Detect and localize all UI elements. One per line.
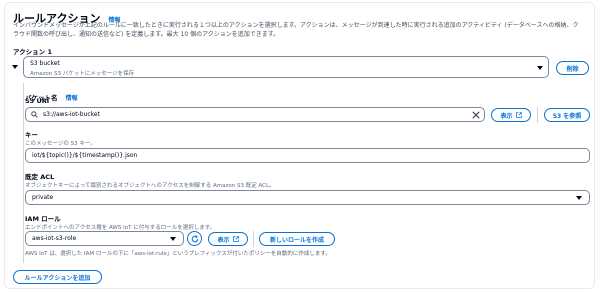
remove-action-button[interactable]: 削除	[556, 61, 589, 75]
search-icon	[31, 111, 38, 118]
acl-select[interactable]: private	[25, 190, 590, 205]
clear-icon[interactable]	[472, 111, 480, 119]
browse-s3-label: S3 を参照	[552, 112, 582, 120]
iam-label: IAM ロール	[25, 215, 61, 223]
create-role-button[interactable]: 新しいロールを作成	[259, 232, 335, 246]
rule-actions-panel: ルールアクション 情報 インバウンドメッセージが上記のルールに一致したときに実行…	[4, 2, 595, 289]
external-link-icon	[515, 112, 522, 118]
key-value: iot/${topic()}/${timestamp()}.json	[32, 152, 138, 159]
button-divider	[253, 231, 254, 247]
bucket-info-link[interactable]: 情報	[66, 95, 78, 102]
acl-description: オブジェクトキーによって識別されるオブジェクトへのアクセスを制御する Amazo…	[25, 183, 275, 189]
collapse-caret-icon[interactable]	[12, 65, 18, 69]
add-rule-action-button[interactable]: ルールアクションを追加	[13, 270, 102, 284]
view-bucket-label: 表示	[500, 112, 513, 120]
view-role-label: 表示	[217, 236, 230, 244]
create-role-label: 新しいロールを作成	[269, 236, 324, 244]
refresh-icon	[191, 234, 198, 242]
acl-label: 既定 ACL	[25, 173, 55, 181]
key-input[interactable]: iot/${topic()}/${timestamp()}.json	[25, 148, 590, 163]
add-rule-action-label: ルールアクションを追加	[24, 274, 91, 282]
dropdown-caret-icon	[576, 196, 582, 200]
iam-role-select[interactable]: aws-iot-s3-role	[25, 231, 184, 246]
s3-uri-value: s3://aws-iot-bucket	[43, 111, 100, 118]
view-role-button[interactable]: 表示	[208, 232, 248, 246]
dropdown-caret-icon	[537, 66, 543, 70]
s3-uri-input[interactable]: s3://aws-iot-bucket	[25, 107, 485, 122]
key-description: このメッセージの S3 キー。	[25, 141, 96, 147]
action-body-divider	[23, 83, 24, 263]
iam-note: AWS IoT は、選択した IAM ロールの下に「aws-iot-rule」と…	[25, 251, 331, 257]
action-heading: アクション 1	[13, 48, 52, 56]
iam-description: エンドポイントへのアクセス権を AWS IoT に付与するロールを選択します。	[25, 225, 216, 231]
remove-label: 削除	[566, 65, 579, 73]
acl-value: private	[32, 194, 54, 201]
action-type-select[interactable]: S3 bucket Amazon S3 バケットにメッセージを保存	[23, 56, 549, 78]
action-type-subtitle: Amazon S3 バケットにメッセージを保存	[30, 71, 135, 77]
button-divider	[537, 107, 538, 123]
external-link-icon	[232, 236, 239, 242]
dropdown-caret-icon	[170, 237, 176, 241]
view-bucket-button[interactable]: 表示	[491, 108, 531, 122]
action-type-title: S3 bucket	[30, 60, 60, 67]
s3-uri-label: S3 URI	[25, 97, 50, 105]
iam-role-value: aws-iot-s3-role	[32, 235, 77, 242]
browse-s3-button[interactable]: S3 を参照	[544, 108, 590, 122]
key-label: キー	[25, 131, 38, 139]
refresh-roles-button[interactable]	[187, 231, 202, 246]
section-description: インバウンドメッセージが上記のルールに一致したときに実行される１つ以上のアクショ…	[13, 22, 579, 38]
